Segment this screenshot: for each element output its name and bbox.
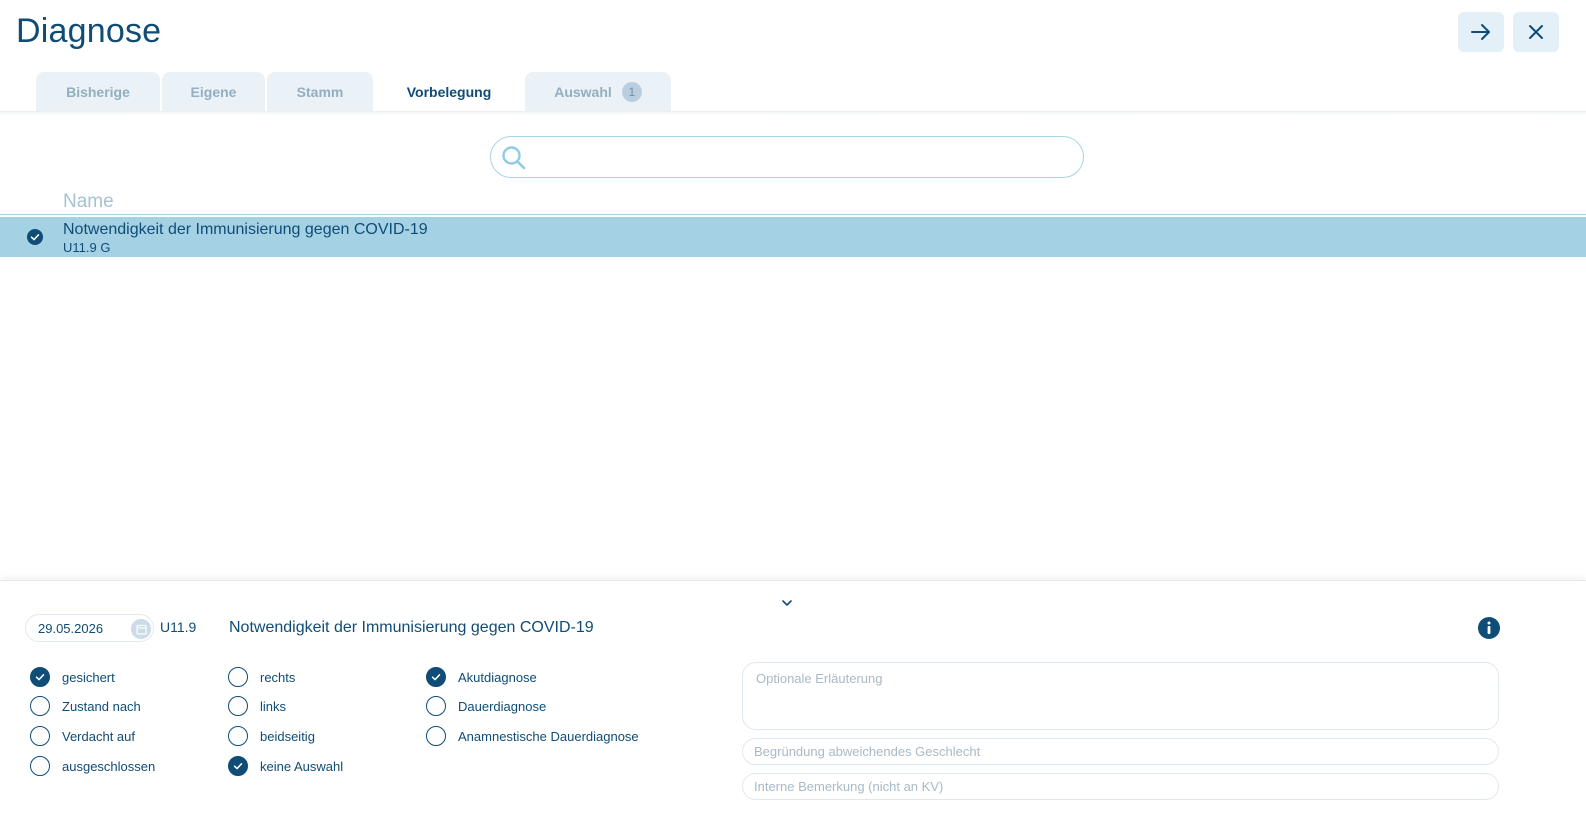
option-label: Anamnestische Dauerdiagnose: [458, 728, 639, 744]
option-verdacht-auf[interactable]: Verdacht auf: [30, 726, 135, 746]
option-anamnestische-dauerdiagnose[interactable]: Anamnestische Dauerdiagnose: [426, 726, 639, 746]
radio-unchecked-icon[interactable]: [426, 696, 446, 716]
tab-vorbelegung[interactable]: Vorbelegung: [375, 72, 523, 112]
close-button[interactable]: [1513, 12, 1559, 52]
option-label: rechts: [260, 669, 296, 685]
radio-unchecked-icon[interactable]: [228, 667, 248, 687]
diagnosis-title: Notwendigkeit der Immunisierung gegen CO…: [229, 619, 594, 636]
radio-unchecked-icon[interactable]: [30, 696, 50, 716]
diagnosis-code: U11.9 G: [63, 240, 111, 255]
option-label: links: [260, 698, 287, 714]
option-zustand-nach[interactable]: Zustand nach: [30, 696, 141, 716]
diagnosis-code-label: U11.9: [160, 619, 197, 635]
tab-eigene[interactable]: Eigene: [162, 72, 265, 112]
option-ausgeschlossen[interactable]: ausgeschlossen: [30, 756, 155, 776]
search-icon: [502, 146, 526, 170]
option-label: ausgeschlossen: [62, 758, 156, 774]
tab-bisherige[interactable]: Bisherige: [36, 72, 160, 112]
option-rechts[interactable]: rechts: [228, 667, 295, 687]
radio-checked-icon[interactable]: [30, 667, 50, 687]
chevron-down-icon[interactable]: [780, 598, 794, 608]
tab-auswahl[interactable]: Auswahl 1: [525, 72, 671, 112]
option-label: Akutdiagnose: [458, 669, 537, 685]
tab-stamm[interactable]: Stamm: [267, 72, 373, 112]
arrow-right-icon: [1471, 24, 1490, 40]
tab-label: Vorbelegung: [406, 84, 492, 100]
column-header-name[interactable]: Name: [63, 191, 114, 213]
option-keine-auswahl[interactable]: keine Auswahl: [228, 756, 343, 776]
gender-reason-input[interactable]: [754, 739, 1487, 764]
option-gesichert[interactable]: gesichert: [30, 667, 115, 687]
explanation-field: [742, 662, 1499, 730]
diagnosis-name: Notwendigkeit der Immunisierung gegen CO…: [63, 221, 428, 238]
tab-label: Eigene: [190, 84, 237, 100]
option-beidseitig[interactable]: beidseitig: [228, 726, 315, 746]
radio-unchecked-icon[interactable]: [30, 756, 50, 776]
option-links[interactable]: links: [228, 696, 286, 716]
next-button[interactable]: [1458, 12, 1504, 52]
page-title: Diagnose: [16, 12, 162, 50]
radio-checked-icon[interactable]: [228, 756, 248, 776]
detail-panel: U11.9 Notwendigkeit der Immunisierung ge…: [0, 580, 1586, 828]
tab-divider: [0, 111, 1586, 115]
radio-unchecked-icon[interactable]: [228, 696, 248, 716]
internal-note-field: [742, 773, 1499, 800]
table-row[interactable]: Notwendigkeit der Immunisierung gegen CO…: [0, 217, 1586, 257]
explanation-input[interactable]: [756, 671, 1485, 721]
radio-checked-icon[interactable]: [426, 667, 446, 687]
header-divider: [0, 214, 1586, 215]
search-input[interactable]: [535, 143, 1065, 171]
option-label: Zustand nach: [62, 698, 141, 714]
radio-unchecked-icon[interactable]: [228, 726, 248, 746]
option-label: beidseitig: [260, 728, 315, 744]
checked-circle-icon[interactable]: [27, 229, 43, 245]
search-box: [490, 136, 1084, 178]
option-akutdiagnose[interactable]: Akutdiagnose: [426, 667, 537, 687]
option-dauerdiagnose[interactable]: Dauerdiagnose: [426, 696, 546, 716]
radio-unchecked-icon[interactable]: [426, 726, 446, 746]
tab-label: Stamm: [296, 84, 344, 100]
option-label: Verdacht auf: [62, 728, 135, 744]
option-label: keine Auswahl: [260, 758, 344, 774]
internal-note-input[interactable]: [754, 774, 1487, 799]
tab-label: Auswahl: [554, 84, 612, 100]
calendar-icon[interactable]: [131, 619, 151, 639]
info-icon[interactable]: [1478, 617, 1500, 639]
date-field: [25, 614, 154, 642]
option-label: gesichert: [62, 669, 115, 685]
tab-bar: Bisherige Eigene Stamm Vorbelegung Auswa…: [36, 72, 671, 112]
date-input[interactable]: [38, 619, 128, 637]
close-icon: [1529, 25, 1543, 39]
tab-label: Bisherige: [66, 84, 130, 100]
count-badge: 1: [621, 82, 642, 102]
gender-reason-field: [742, 738, 1499, 765]
radio-unchecked-icon[interactable]: [30, 726, 50, 746]
option-label: Dauerdiagnose: [458, 698, 547, 714]
